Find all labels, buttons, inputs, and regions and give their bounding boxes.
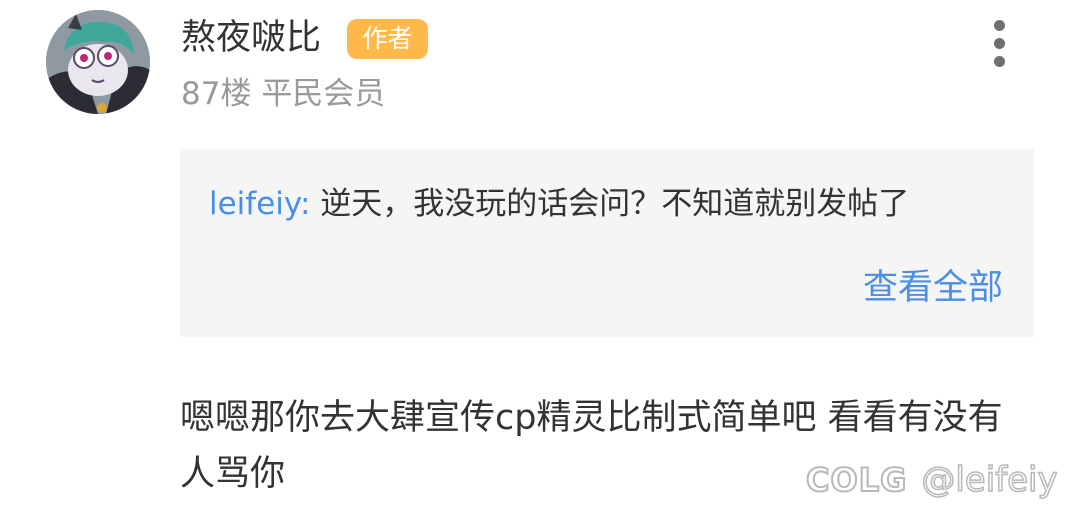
colg-logo: COLG [805, 460, 908, 500]
more-vertical-icon[interactable] [980, 18, 1020, 70]
avatar-image [46, 10, 150, 114]
quote-text: 逆天，我没玩的话会问？不知道就别发帖了 [310, 186, 910, 222]
floor-info: 87楼 平民会员 [181, 71, 385, 117]
member-level: 平民会员 [261, 76, 386, 112]
watermark: COLG @leifeiy [805, 455, 1059, 505]
reply-post: 熬夜啵比 作者 87楼 平民会员 leifeiy: 逆天，我没玩的话会问？不知道… [0, 0, 1080, 520]
watermark-handle: @leifeiy [921, 459, 1059, 501]
quote-line: leifeiy: 逆天，我没玩的话会问？不知道就别发帖了 [209, 180, 909, 228]
author-name[interactable]: 熬夜啵比 [181, 14, 321, 62]
quoted-reply[interactable]: leifeiy: 逆天，我没玩的话会问？不知道就别发帖了 查看全部 [180, 149, 1034, 337]
quote-username[interactable]: leifeiy: [209, 186, 310, 222]
floor-number: 87楼 [181, 76, 252, 112]
avatar[interactable] [46, 10, 150, 114]
view-all-link[interactable]: 查看全部 [863, 264, 1003, 312]
author-badge: 作者 [347, 19, 428, 59]
